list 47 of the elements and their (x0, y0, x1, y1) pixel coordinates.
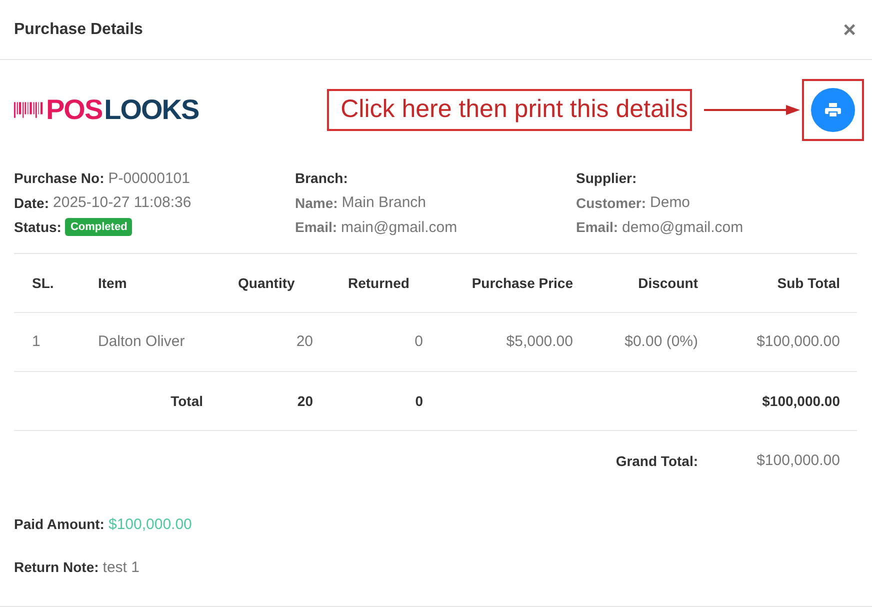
table-cell-text: $0.00 (0%) (624, 333, 699, 350)
column-header: Discount (637, 274, 699, 290)
grand-total-label: Grand Total: (614, 452, 699, 468)
field-value: 2025-10-27 11:08:36 (53, 194, 192, 212)
field-label: Email: (576, 219, 618, 236)
dialog-title: Purchase Details (14, 20, 143, 38)
field-label: Customer: (576, 194, 646, 211)
field-label: Email: (295, 219, 338, 236)
status-badge: Completed (65, 218, 132, 236)
field-label: Name: (295, 194, 338, 211)
field-value: Main Branch (342, 194, 426, 212)
column-header: Sub Total (776, 274, 841, 290)
column-header: Purchase Price (470, 274, 574, 290)
table-cell-text: $100,000.00 (756, 333, 841, 350)
print-button[interactable] (811, 88, 855, 132)
column-header: Quantity (237, 274, 296, 290)
table-cell-text: 1 (31, 333, 42, 350)
field-value: demo@gmail.com (622, 218, 744, 236)
table-cell-text: 20 (295, 333, 314, 350)
column-header: SL. (31, 274, 55, 290)
field-label: Paid Amount: (14, 516, 104, 532)
table-cell-text: 0 (414, 333, 424, 350)
logo-text: LOOKS (104, 94, 199, 126)
field-value: main@gmail.com (341, 218, 458, 236)
logo-text: POS (46, 94, 102, 126)
printer-icon (825, 102, 841, 116)
paid-amount-value: $100,000.00 (108, 516, 192, 532)
field-label: Return Note: (14, 559, 99, 575)
table-cell-text: Dalton Oliver (97, 333, 186, 350)
column-header: Returned (347, 274, 410, 290)
return-note-value: test 1 (102, 558, 140, 576)
total-amount: $100,000.00 (761, 392, 841, 408)
field-value: Demo (650, 194, 690, 212)
table-cell-text: $5,000.00 (505, 333, 574, 350)
section-heading: Supplier: (576, 170, 637, 186)
field-label: Purchase No: (14, 170, 104, 186)
grand-total-value: $100,000.00 (756, 452, 841, 469)
total-quantity: 20 (296, 392, 314, 408)
field-label: Date: (14, 194, 50, 211)
field-value: P-00000101 (108, 170, 190, 187)
total-returned: 0 (414, 392, 424, 408)
total-label: Total (170, 392, 204, 408)
section-heading: Branch: (295, 170, 348, 186)
field-label: Status: (14, 219, 62, 236)
close-button[interactable]: × (841, 18, 858, 40)
column-header: Item (97, 274, 128, 290)
annotation-callout: Click here then print this details (326, 88, 692, 130)
